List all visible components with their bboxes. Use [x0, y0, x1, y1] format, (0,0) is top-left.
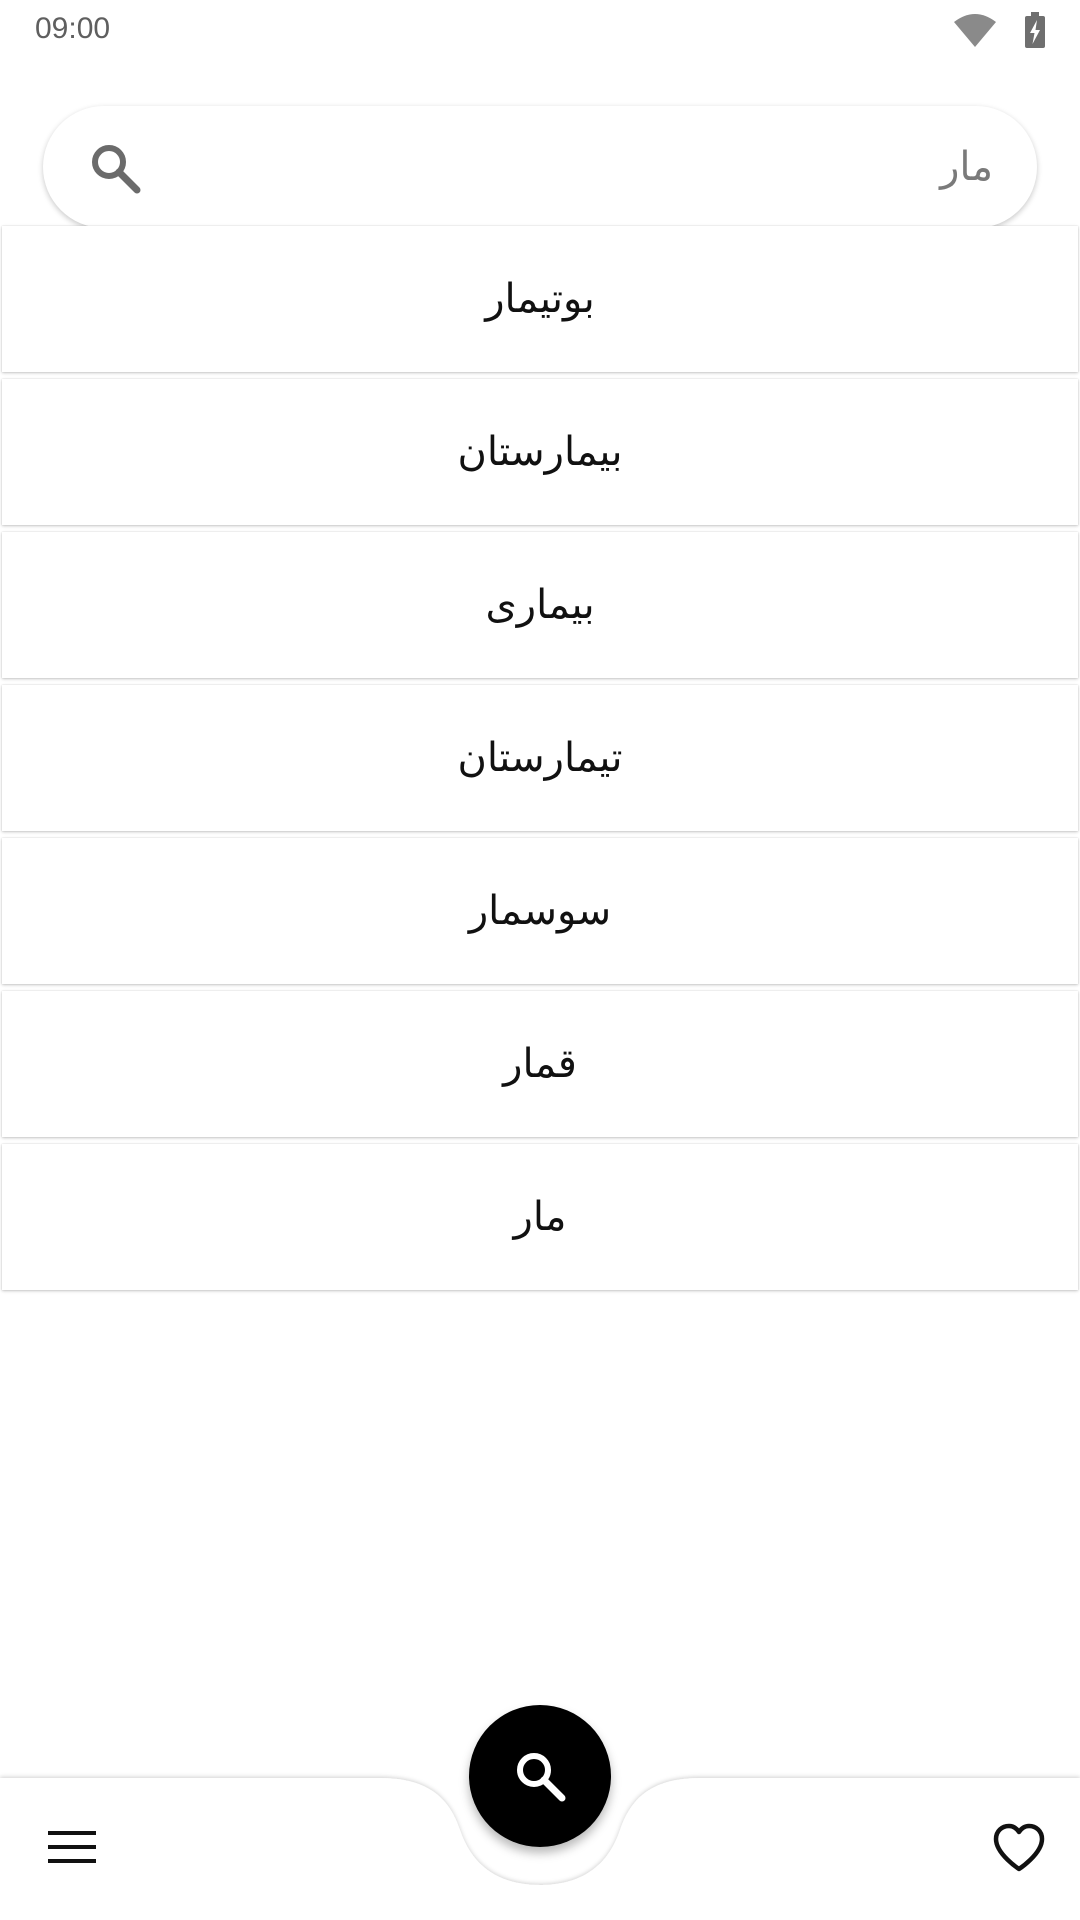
- list-item-label: بیماری: [485, 582, 595, 628]
- list-item[interactable]: بیماری: [2, 532, 1078, 678]
- search-icon[interactable]: [89, 142, 141, 194]
- wifi-icon: [954, 14, 996, 47]
- list-item-label: بوتیمار: [485, 276, 595, 322]
- list-item[interactable]: بوتیمار: [2, 226, 1078, 372]
- search-icon: [517, 1753, 566, 1802]
- list-item-label: سوسمار: [468, 888, 612, 934]
- list-item[interactable]: مار: [2, 1144, 1078, 1290]
- favorites-button[interactable]: [987, 1818, 1051, 1878]
- list-item-label: تیمارستان: [457, 735, 623, 781]
- list-item[interactable]: تیمارستان: [2, 685, 1078, 831]
- list-item[interactable]: قمار: [2, 991, 1078, 1137]
- list-item-label: بیمارستان: [457, 429, 623, 475]
- list-item-label: مار: [513, 1194, 567, 1240]
- menu-button[interactable]: [30, 1822, 114, 1872]
- search-bar: [43, 106, 1037, 228]
- battery-charging-icon: [1025, 12, 1045, 48]
- results-list: بوتیمار بیمارستان بیماری تیمارستان سوسما…: [2, 226, 1078, 1297]
- hamburger-menu-icon: [48, 1831, 96, 1863]
- list-item[interactable]: سوسمار: [2, 838, 1078, 984]
- search-input[interactable]: [183, 106, 993, 228]
- list-item[interactable]: بیمارستان: [2, 379, 1078, 525]
- list-item-label: قمار: [503, 1041, 577, 1087]
- search-fab-button[interactable]: [469, 1705, 611, 1847]
- status-time: 09:00: [35, 12, 111, 45]
- heart-icon: [993, 1823, 1045, 1872]
- status-bar: 09:00: [0, 0, 1080, 62]
